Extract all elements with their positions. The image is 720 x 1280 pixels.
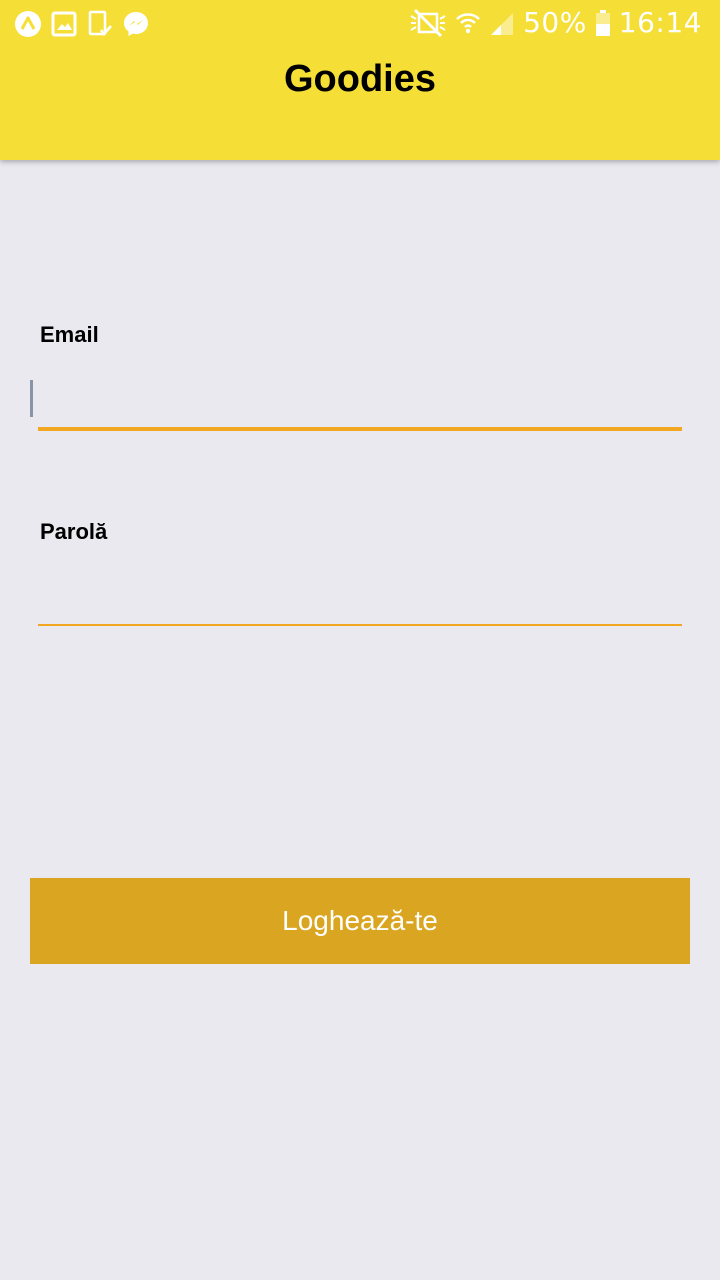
text-cursor [30,380,33,417]
signal-icon [489,9,515,37]
battery-percent: 50% [523,6,587,39]
email-field[interactable] [38,378,682,426]
login-button[interactable]: Loghează-te [30,878,690,964]
device-check-icon [86,10,114,38]
battery-icon [595,9,611,37]
page-title: Goodies [283,58,437,100]
password-field[interactable] [38,574,682,622]
system-status: 50% 16:14 [409,6,702,39]
app-header: 50% 16:14 Goodies [0,0,720,160]
mute-icon [409,8,447,38]
image-icon [50,10,78,38]
password-label: Parolă [40,519,108,544]
notification-icons [14,10,150,38]
messenger-icon [122,10,150,38]
email-label: Email [40,322,99,347]
email-field-underline [38,427,682,431]
wifi-icon [455,9,481,37]
status-bar: 50% 16:14 [0,0,720,48]
app-notification-icon [14,10,42,38]
password-field-underline [38,624,682,626]
login-button-label: Loghează-te [282,905,438,936]
clock: 16:14 [618,6,702,39]
